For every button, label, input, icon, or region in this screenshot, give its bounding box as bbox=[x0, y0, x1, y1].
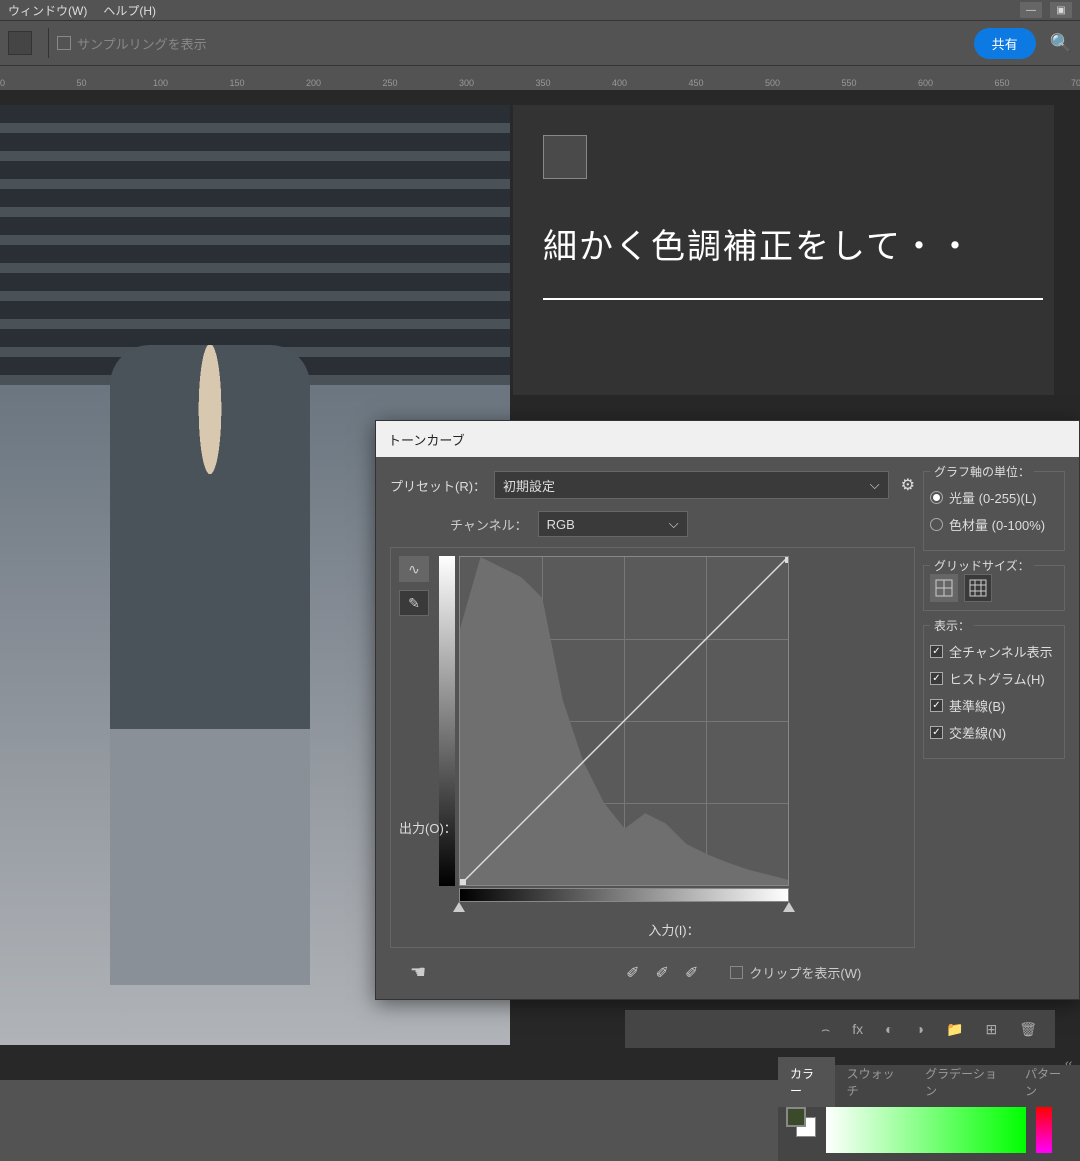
grid-size-group: グリッドサイズ： bbox=[923, 565, 1065, 611]
menubar: ウィンドウ(W) ヘルプ(H) — ▣ bbox=[0, 0, 1080, 20]
chevron-down-icon: ⌵ bbox=[669, 516, 679, 532]
tab-swatch[interactable]: スウォッチ bbox=[835, 1057, 913, 1107]
ruler-tick: 250 bbox=[383, 78, 398, 88]
lbl-intersect: 交差線(N) bbox=[949, 723, 1006, 742]
ruler-tick: 650 bbox=[995, 78, 1010, 88]
layout-icon[interactable]: ▣ bbox=[1050, 2, 1072, 18]
chevron-down-icon: ⌵ bbox=[870, 477, 880, 493]
color-picker-field[interactable] bbox=[826, 1107, 1026, 1153]
chk-histogram[interactable] bbox=[930, 672, 943, 685]
curve-editor: ∿ ✎ bbox=[390, 547, 915, 948]
trash-icon[interactable]: 🗑 bbox=[1019, 1021, 1037, 1038]
tool-dropdown[interactable] bbox=[8, 31, 32, 55]
input-label: 入力(I)： bbox=[559, 920, 789, 939]
lbl-all-channels: 全チャンネル表示 bbox=[949, 642, 1053, 661]
eyedropper-white-icon[interactable]: ✐ bbox=[685, 963, 698, 983]
ruler-tick: 450 bbox=[689, 78, 704, 88]
chk-intersect[interactable] bbox=[930, 726, 943, 739]
menu-window[interactable]: ウィンドウ(W) bbox=[8, 2, 87, 19]
axis-pigment-radio[interactable] bbox=[930, 518, 943, 531]
axis-unit-legend: グラフ軸の単位： bbox=[930, 463, 1034, 480]
curve-pencil-tool[interactable]: ✎ bbox=[399, 590, 429, 616]
ruler-tick: 150 bbox=[230, 78, 245, 88]
tab-color[interactable]: カラー bbox=[778, 1057, 835, 1107]
ruler-tick: 400 bbox=[612, 78, 627, 88]
display-group: 表示： 全チャンネル表示 ヒストグラム(H) 基準線(B) 交差線(N) bbox=[923, 625, 1065, 759]
ruler-tick: 700 bbox=[1071, 78, 1080, 88]
lbl-baseline: 基準線(B) bbox=[949, 696, 1005, 715]
ruler-horizontal: 0 50 100 150 200 250 300 350 400 450 500 550 600 650 7… bbox=[0, 66, 1080, 90]
chk-all-channels[interactable] bbox=[930, 645, 943, 658]
eyedropper-gray-icon[interactable]: ✐ bbox=[656, 963, 669, 983]
display-legend: 表示： bbox=[930, 617, 974, 634]
channel-label: チャンネル： bbox=[450, 515, 528, 534]
axis-unit-group: グラフ軸の単位： 光量 (0-255)(L) 色材量 (0-100%) bbox=[923, 471, 1065, 551]
eyedropper-black-icon[interactable]: ✐ bbox=[626, 963, 639, 983]
preset-select[interactable]: 初期設定 ⌵ bbox=[494, 471, 889, 499]
new-layer-icon[interactable]: ⊞ bbox=[985, 1021, 997, 1038]
overlay-swatch bbox=[543, 135, 587, 179]
chk-baseline[interactable] bbox=[930, 699, 943, 712]
preset-label: プリセット(R)： bbox=[390, 476, 486, 495]
curve-graph[interactable] bbox=[459, 556, 789, 886]
document-area: 0 50 100 150 200 250 300 350 400 450 500 550 600 650 7… bbox=[0, 66, 1080, 1080]
grid-fine-button[interactable] bbox=[964, 574, 992, 602]
adjustment-icon[interactable]: ◑ bbox=[916, 1021, 924, 1037]
grid-size-legend: グリッドサイズ： bbox=[930, 557, 1034, 574]
minimize-icon[interactable]: — bbox=[1020, 2, 1042, 18]
lbl-histogram: ヒストグラム(H) bbox=[949, 669, 1045, 688]
sampling-label: サンプルリングを表示 bbox=[77, 34, 207, 53]
link-icon[interactable]: ⌢ bbox=[821, 1021, 830, 1038]
share-button[interactable]: 共有 bbox=[974, 28, 1036, 59]
axis-light-label: 光量 (0-255)(L) bbox=[949, 488, 1036, 507]
black-point-slider[interactable] bbox=[453, 902, 465, 912]
axis-pigment-label: 色材量 (0-100%) bbox=[949, 515, 1045, 534]
curves-dialog: トーンカーブ プリセット(R)： 初期設定 ⌵ ⚙ チャンネル： R bbox=[375, 420, 1080, 1000]
ruler-tick: 200 bbox=[306, 78, 321, 88]
ruler-tick: 0 bbox=[0, 78, 5, 88]
ruler-tick: 300 bbox=[459, 78, 474, 88]
ruler-tick: 500 bbox=[765, 78, 780, 88]
overlay-caption-panel: 細かく色調補正をして・・ bbox=[513, 105, 1054, 395]
curve-line bbox=[460, 557, 788, 885]
layers-panel-footer: ⌢ fx ◐ ◑ 📁 ⊞ 🗑 bbox=[625, 1010, 1055, 1048]
color-panel: カラー スウォッチ グラデーション パターン bbox=[778, 1065, 1080, 1161]
preset-value: 初期設定 bbox=[503, 476, 555, 495]
fx-icon[interactable]: fx bbox=[852, 1021, 863, 1037]
tab-pattern[interactable]: パターン bbox=[1013, 1057, 1080, 1107]
options-toolbar: サンプルリングを表示 共有 🔍 bbox=[0, 20, 1080, 66]
white-point-slider[interactable] bbox=[783, 902, 795, 912]
tab-gradient[interactable]: グラデーション bbox=[913, 1057, 1013, 1107]
hue-strip[interactable] bbox=[1036, 1107, 1052, 1153]
foreground-background-swatch[interactable] bbox=[786, 1107, 816, 1137]
ruler-tick: 350 bbox=[536, 78, 551, 88]
input-gradient bbox=[459, 888, 789, 902]
mask-icon[interactable]: ◐ bbox=[885, 1021, 893, 1037]
color-tabs: カラー スウォッチ グラデーション パターン bbox=[778, 1065, 1080, 1099]
ruler-tick: 100 bbox=[153, 78, 168, 88]
channel-value: RGB bbox=[547, 517, 575, 532]
curve-point-tool[interactable]: ∿ bbox=[399, 556, 429, 582]
clip-label: クリップを表示(W) bbox=[749, 963, 861, 982]
search-icon[interactable]: 🔍 bbox=[1050, 33, 1072, 54]
axis-light-radio[interactable] bbox=[930, 491, 943, 504]
menu-help[interactable]: ヘルプ(H) bbox=[103, 2, 156, 19]
folder-icon[interactable]: 📁 bbox=[946, 1021, 963, 1038]
ruler-tick: 550 bbox=[842, 78, 857, 88]
ruler-tick: 600 bbox=[918, 78, 933, 88]
overlay-divider bbox=[543, 298, 1043, 300]
dialog-titlebar[interactable]: トーンカーブ bbox=[376, 421, 1079, 457]
clip-checkbox[interactable] bbox=[730, 966, 743, 979]
ruler-tick: 50 bbox=[77, 78, 87, 88]
overlay-title: 細かく色調補正をして・・ bbox=[543, 219, 1024, 268]
separator bbox=[48, 28, 49, 58]
channel-select[interactable]: RGB ⌵ bbox=[538, 511, 688, 537]
sampling-checkbox[interactable] bbox=[57, 36, 71, 50]
grid-coarse-button[interactable] bbox=[930, 574, 958, 602]
target-adjust-icon[interactable]: ☚ bbox=[410, 962, 426, 983]
gear-icon[interactable]: ⚙ bbox=[901, 475, 915, 495]
output-label: 出力(O)： bbox=[399, 818, 457, 837]
